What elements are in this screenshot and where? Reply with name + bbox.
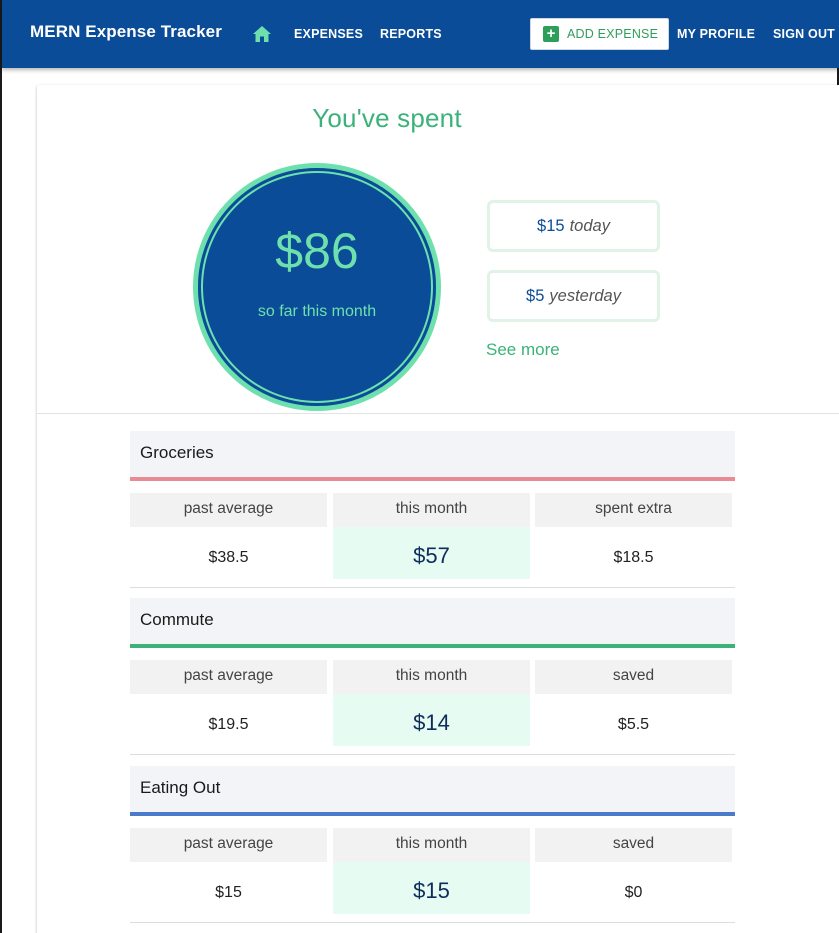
column-header: this month (333, 660, 530, 694)
row-separator (130, 922, 735, 923)
past-average-value: $15 (215, 884, 242, 901)
today-amount: $15 (537, 216, 565, 235)
row-separator (130, 754, 735, 755)
column-header: past average (130, 828, 327, 862)
category-color-bar (130, 644, 735, 648)
add-expense-button[interactable]: + ADD EXPENSE (530, 18, 669, 50)
this-month-value: $14 (333, 694, 530, 746)
category-color-bar (130, 812, 735, 816)
add-expense-label: ADD EXPENSE (567, 27, 659, 41)
past-average-value: $38.5 (208, 549, 249, 566)
section-divider (37, 413, 839, 414)
today-box: $15 today (487, 200, 660, 252)
nav-expenses[interactable]: EXPENSES (294, 27, 363, 41)
month-total-amount: $86 (275, 223, 359, 279)
nav-my-profile[interactable]: MY PROFILE (677, 27, 755, 41)
app-bar: MERN Expense Tracker EXPENSES REPORTS + … (2, 0, 839, 68)
difference-value: $18.5 (613, 549, 654, 566)
column-header: saved (535, 660, 732, 694)
this-month-value: $15 (333, 862, 530, 914)
yesterday-label: yesterday (549, 286, 621, 305)
see-more-link[interactable]: See more (486, 340, 560, 360)
column-header: past average (130, 493, 327, 527)
category-title: Groceries (130, 431, 735, 477)
this-month-value: $57 (333, 527, 530, 579)
category-title: Commute (130, 598, 735, 644)
category-color-bar (130, 477, 735, 481)
past-average-value: $19.5 (208, 716, 249, 733)
column-header: spent extra (535, 493, 732, 527)
column-header: this month (333, 828, 530, 862)
app-title[interactable]: MERN Expense Tracker (30, 22, 222, 42)
category-title: Eating Out (130, 766, 735, 812)
row-separator (130, 587, 735, 588)
difference-value: $5.5 (617, 716, 650, 733)
yesterday-amount: $5 (526, 286, 545, 305)
month-total-circle-inner (198, 168, 436, 406)
yesterday-box: $5 yesterday (487, 270, 660, 322)
home-icon[interactable] (252, 25, 272, 43)
add-box-icon: + (543, 26, 559, 42)
difference-value: $0 (624, 884, 643, 901)
nav-sign-out[interactable]: SIGN OUT (773, 27, 835, 41)
month-total-label: so far this month (257, 303, 377, 320)
column-header: past average (130, 660, 327, 694)
column-header: this month (333, 493, 530, 527)
today-label: today (569, 216, 610, 235)
column-header: saved (535, 828, 732, 862)
nav-reports[interactable]: REPORTS (380, 27, 442, 41)
spent-title: You've spent (312, 103, 462, 133)
